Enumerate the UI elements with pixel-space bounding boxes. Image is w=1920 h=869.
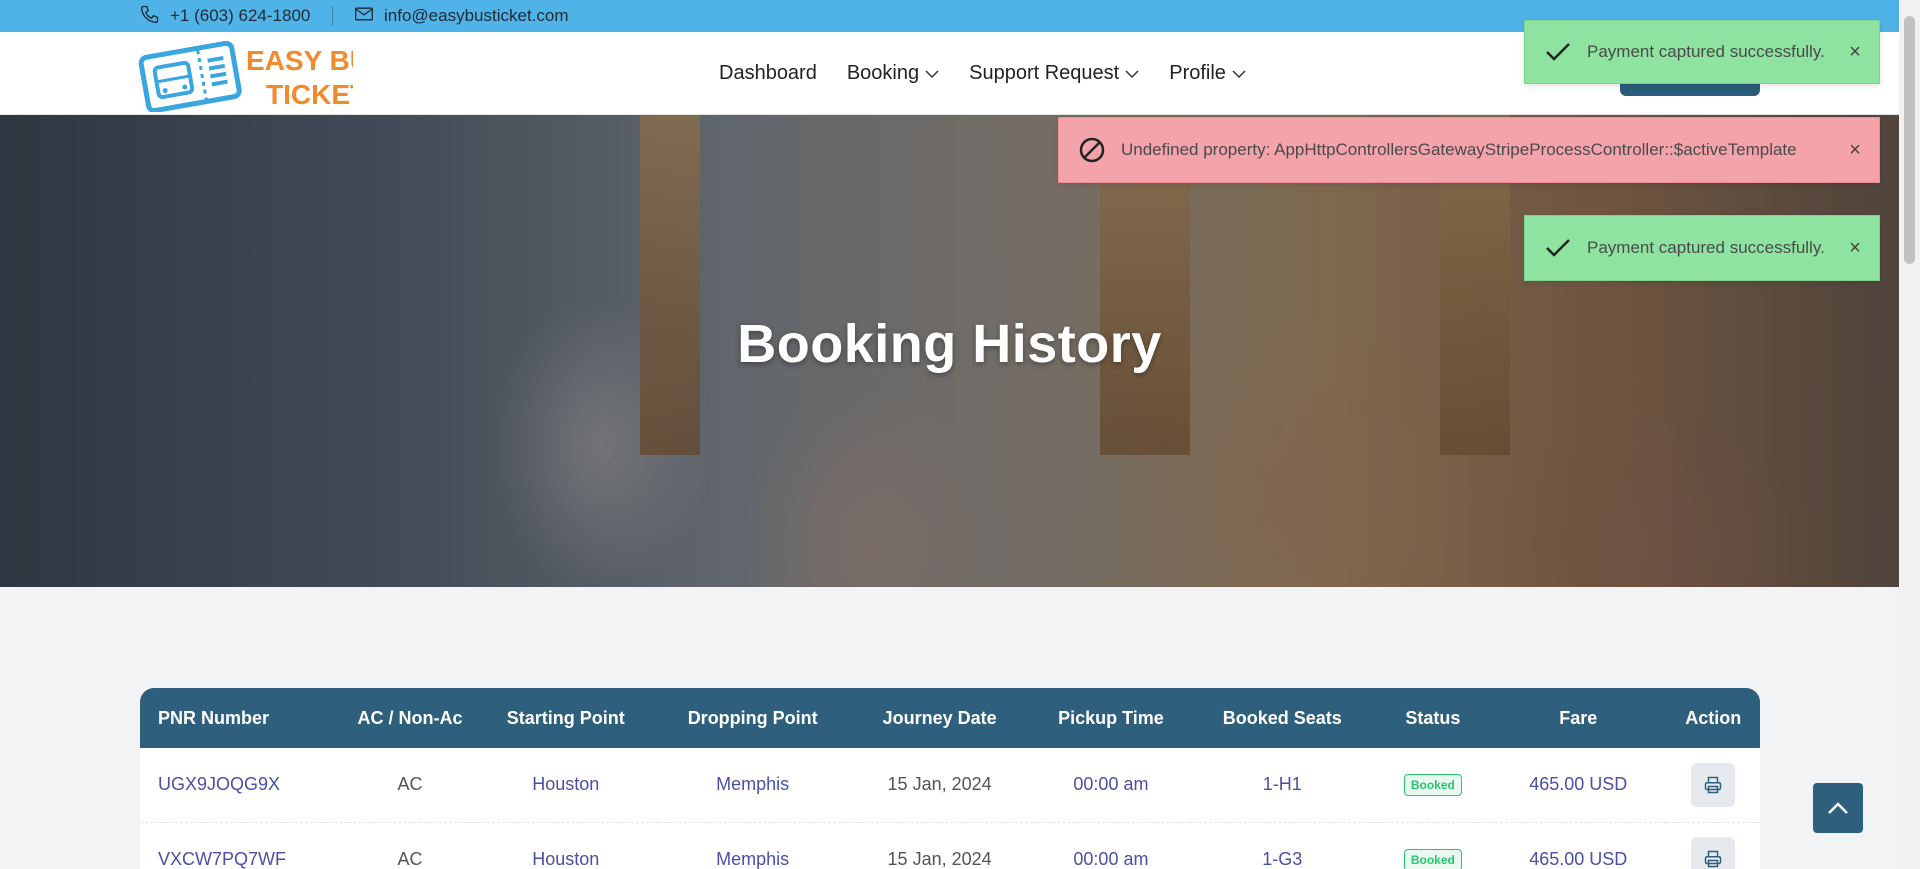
- page-title: Booking History: [737, 314, 1162, 374]
- phone-icon: [140, 4, 160, 29]
- nav-dashboard-label: Dashboard: [719, 62, 817, 84]
- seats-cell: 1-H1: [1262, 774, 1302, 795]
- site-logo[interactable]: EASY BUS TICKET: [138, 36, 389, 114]
- status-cell: Booked: [1376, 748, 1490, 822]
- envelope-icon: [354, 5, 374, 28]
- hero-banner: Booking History: [0, 115, 1899, 587]
- nav-profile-label: Profile: [1169, 62, 1226, 84]
- th-time: Pickup Time: [1058, 707, 1164, 728]
- th-start: Starting Point: [506, 707, 625, 728]
- th-pnr: PNR Number: [158, 707, 270, 728]
- table-row: UGX9JOQG9X AC Houston Memphis 15 Jan, 20…: [140, 748, 1760, 822]
- contact-phone[interactable]: +1 (603) 624-1800: [140, 0, 310, 32]
- close-icon[interactable]: ×: [1843, 139, 1867, 162]
- hero-curtain: [640, 115, 700, 455]
- logo-text-line1: EASY BUS: [246, 45, 353, 76]
- drop-cell: Memphis: [716, 848, 790, 869]
- time-cell: 00:00 am: [1073, 774, 1149, 795]
- print-button[interactable]: [1691, 762, 1736, 807]
- toast-message: Payment captured successfully.: [1587, 238, 1825, 257]
- chevron-down-icon: [925, 62, 939, 85]
- start-cell: Houston: [532, 774, 600, 795]
- print-icon: [1705, 776, 1722, 793]
- status-badge: Booked: [1403, 848, 1462, 869]
- ban-icon: [1077, 135, 1107, 165]
- topbar-divider: [332, 6, 333, 26]
- time-cell: 00:00 am: [1073, 848, 1149, 869]
- action-cell: [1667, 748, 1761, 822]
- date-cell: 15 Jan, 2024: [887, 774, 992, 795]
- check-icon: [1543, 233, 1573, 263]
- nav-support-request[interactable]: Support Request: [969, 62, 1139, 85]
- phone-text: +1 (603) 624-1800: [170, 6, 311, 25]
- th-seats: Booked Seats: [1222, 707, 1342, 728]
- toast-success: Payment captured successfully. ×: [1524, 215, 1880, 281]
- table-row: VXCW7PQ7WF AC Houston Memphis 15 Jan, 20…: [140, 822, 1760, 869]
- th-drop: Dropping Point: [687, 707, 818, 728]
- nav-booking[interactable]: Booking: [847, 62, 939, 85]
- date-cell: 15 Jan, 2024: [887, 848, 992, 869]
- th-fare: Fare: [1559, 707, 1598, 728]
- scroll-to-top-button[interactable]: [1813, 783, 1863, 833]
- chevron-down-icon: [1125, 62, 1139, 85]
- start-cell: Houston: [532, 848, 600, 869]
- pnr-cell[interactable]: VXCW7PQ7WF: [140, 822, 348, 869]
- toast-success: Payment captured successfully. ×: [1524, 20, 1880, 84]
- table-header-row: PNR Number AC / Non-Ac Starting Point Dr…: [140, 688, 1760, 748]
- fare-cell: 465.00 USD: [1529, 774, 1628, 795]
- print-icon: [1705, 850, 1722, 868]
- ac-cell: AC: [397, 774, 423, 795]
- th-ac: AC / Non-Ac: [357, 707, 463, 728]
- logo-text-line2: TICKET: [266, 79, 353, 110]
- email-text: info@easybusticket.com: [384, 6, 569, 25]
- th-date: Journey Date: [882, 707, 997, 728]
- scrollbar-thumb[interactable]: [1904, 16, 1915, 264]
- booking-history-table: PNR Number AC / Non-Ac Starting Point Dr…: [140, 688, 1760, 869]
- page-scrollbar[interactable]: [1899, 0, 1920, 869]
- seats-cell: 1-G3: [1262, 848, 1303, 869]
- main-nav: Dashboard Booking Support Request Profil…: [719, 32, 1246, 115]
- status-cell: Booked: [1376, 822, 1490, 869]
- nav-dashboard[interactable]: Dashboard: [719, 62, 817, 85]
- status-badge: Booked: [1403, 774, 1462, 797]
- nav-support-label: Support Request: [969, 62, 1120, 84]
- close-icon[interactable]: ×: [1843, 237, 1867, 260]
- fare-cell: 465.00 USD: [1529, 848, 1628, 869]
- check-icon: [1543, 37, 1573, 67]
- th-status: Status: [1405, 707, 1461, 728]
- toast-message: Payment captured successfully.: [1587, 42, 1825, 61]
- drop-cell: Memphis: [716, 774, 790, 795]
- chevron-up-icon: [1828, 802, 1848, 814]
- chevron-down-icon: [1232, 62, 1246, 85]
- pnr-cell[interactable]: UGX9JOQG9X: [140, 748, 348, 822]
- th-action: Action: [1685, 707, 1742, 728]
- print-button[interactable]: [1691, 837, 1736, 869]
- action-cell: [1667, 822, 1761, 869]
- nav-profile[interactable]: Profile: [1169, 62, 1246, 85]
- toast-message: Undefined property: AppHttpControllersGa…: [1121, 140, 1797, 159]
- ac-cell: AC: [397, 848, 423, 869]
- nav-booking-label: Booking: [846, 62, 920, 84]
- close-icon[interactable]: ×: [1843, 41, 1867, 64]
- toast-error: Undefined property: AppHttpControllersGa…: [1058, 117, 1880, 183]
- contact-email[interactable]: info@easybusticket.com: [354, 0, 569, 32]
